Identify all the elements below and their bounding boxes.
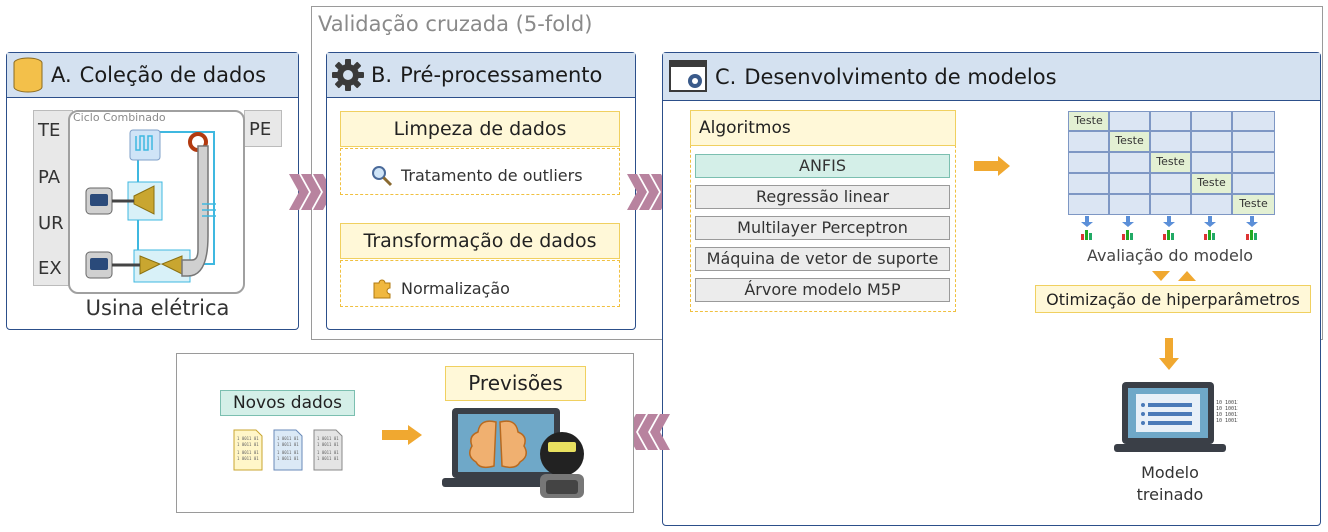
algorithm-anfis[interactable]: ANFIS xyxy=(695,154,950,178)
hyperparameter-optimization: Otimização de hiperparâmetros xyxy=(1035,285,1311,313)
arrow-to-grid xyxy=(974,156,1010,176)
grid-cell xyxy=(1109,194,1150,215)
outliers-treatment: Tratamento de outliers xyxy=(401,166,583,185)
grid-cell xyxy=(1232,152,1275,173)
grid-cell xyxy=(1068,173,1109,194)
arrow-down-to-model xyxy=(1159,338,1179,370)
panel-a-letter: A. xyxy=(51,63,72,87)
panel-b-title: Pré-processamento xyxy=(400,63,603,87)
grid-cell-test: Teste xyxy=(1068,111,1109,131)
grid-cell xyxy=(1191,111,1232,131)
algorithms-title: Algoritmos xyxy=(690,110,956,146)
plant-caption: Usina elétrica xyxy=(85,296,230,320)
algorithm-mlp[interactable]: Multilayer Perceptron xyxy=(695,216,950,240)
trained-model-label-line2: treinado xyxy=(1136,485,1204,504)
grid-cell xyxy=(1068,131,1109,152)
magnifier-icon xyxy=(372,166,393,187)
grid-cell xyxy=(1232,173,1275,194)
panel-a-header: A. Coleção de dados xyxy=(7,53,298,98)
svg-text:1 0011 01: 1 0011 01 xyxy=(317,456,339,461)
panel-c-letter: C. xyxy=(715,64,737,89)
input-pa: PA xyxy=(38,167,61,188)
grid-cell-test: Teste xyxy=(1109,131,1150,152)
svg-text:1 0011 01: 1 0011 01 xyxy=(237,450,259,455)
grid-cell xyxy=(1191,152,1232,173)
trained-model-laptop-icon: 10 10011 10 10011 10 10011 10 10011 xyxy=(1114,382,1238,452)
grid-cell-test: Teste xyxy=(1191,173,1232,194)
svg-text:1 0011 01: 1 0011 01 xyxy=(237,442,259,447)
grid-cell xyxy=(1150,173,1191,194)
svg-text:1 0011 01: 1 0011 01 xyxy=(277,436,299,441)
arrow-to-predictions xyxy=(382,425,422,445)
grid-cell xyxy=(1232,131,1275,152)
transform-title: Transformação de dados xyxy=(340,223,620,259)
svg-text:1 0011 01: 1 0011 01 xyxy=(277,450,299,455)
grid-cell xyxy=(1068,152,1109,173)
svg-text:1 0011 01: 1 0011 01 xyxy=(317,450,339,455)
input-te: TE xyxy=(38,120,61,141)
grid-cell xyxy=(1150,131,1191,152)
svg-text:10 10011: 10 10011 xyxy=(1216,418,1238,424)
normalization: Normalização xyxy=(401,279,510,298)
evaluation-arrows-and-charts xyxy=(1081,216,1258,240)
grid-cell xyxy=(1150,111,1191,131)
puzzle-icon xyxy=(373,279,391,299)
grid-cell xyxy=(1232,111,1275,131)
grid-cell xyxy=(1109,111,1150,131)
svg-text:1 0011 01: 1 0011 01 xyxy=(317,436,339,441)
grid-cell-test: Teste xyxy=(1232,194,1275,215)
algorithm-m5p-tree[interactable]: Árvore modelo M5P xyxy=(695,278,950,302)
panel-c-header: C. Desenvolvimento de modelos xyxy=(663,53,1320,101)
new-data-files-icon: 1 0011 011 0011 011 0011 011 0011 01 1 0… xyxy=(233,429,343,471)
grid-cell xyxy=(1109,173,1150,194)
database-icon xyxy=(13,57,43,93)
power-plant-diagram xyxy=(85,129,216,283)
panel-b-header: B. Pré-processamento xyxy=(327,53,635,98)
trained-model-label-line1: Modelo xyxy=(1141,463,1199,482)
grid-cell xyxy=(1109,152,1150,173)
model-evaluation: Avaliação do modelo xyxy=(1086,246,1254,265)
grid-cell xyxy=(1191,131,1232,152)
grid-cell-test: Teste xyxy=(1150,152,1191,173)
output-pe: PE xyxy=(249,119,272,140)
algorithm-linear-regression[interactable]: Regressão linear xyxy=(695,185,950,209)
svg-text:1 0011 01: 1 0011 01 xyxy=(277,442,299,447)
panel-a-title: Coleção de dados xyxy=(79,63,267,87)
algorithm-svm[interactable]: Máquina de vetor de suporte xyxy=(695,247,950,271)
svg-text:1 0011 01: 1 0011 01 xyxy=(237,456,259,461)
cross-validation-title: Validação cruzada (5-fold) xyxy=(318,12,593,36)
svg-text:1 0011 01: 1 0011 01 xyxy=(277,456,299,461)
window-gear-icon xyxy=(669,59,707,92)
combined-cycle-label: Ciclo Combinado xyxy=(73,111,166,124)
grid-cell xyxy=(1150,194,1191,215)
grid-cell xyxy=(1068,194,1109,215)
input-ur: UR xyxy=(38,213,64,234)
svg-text:1 0011 01: 1 0011 01 xyxy=(317,442,339,447)
gear-icon xyxy=(332,59,364,91)
svg-text:1 0011 01: 1 0011 01 xyxy=(237,436,259,441)
panel-b-letter: B. xyxy=(371,63,393,87)
panel-c-title: Desenvolvimento de modelos xyxy=(744,64,1057,89)
grid-cell xyxy=(1191,194,1232,215)
cleaning-title: Limpeza de dados xyxy=(340,111,620,147)
predictions-title: Previsões xyxy=(445,366,586,401)
prediction-robot-laptop-icon xyxy=(442,408,584,498)
new-data-label: Novos dados xyxy=(220,390,355,416)
feedback-arrows xyxy=(1152,271,1196,281)
input-ex: EX xyxy=(38,258,62,279)
